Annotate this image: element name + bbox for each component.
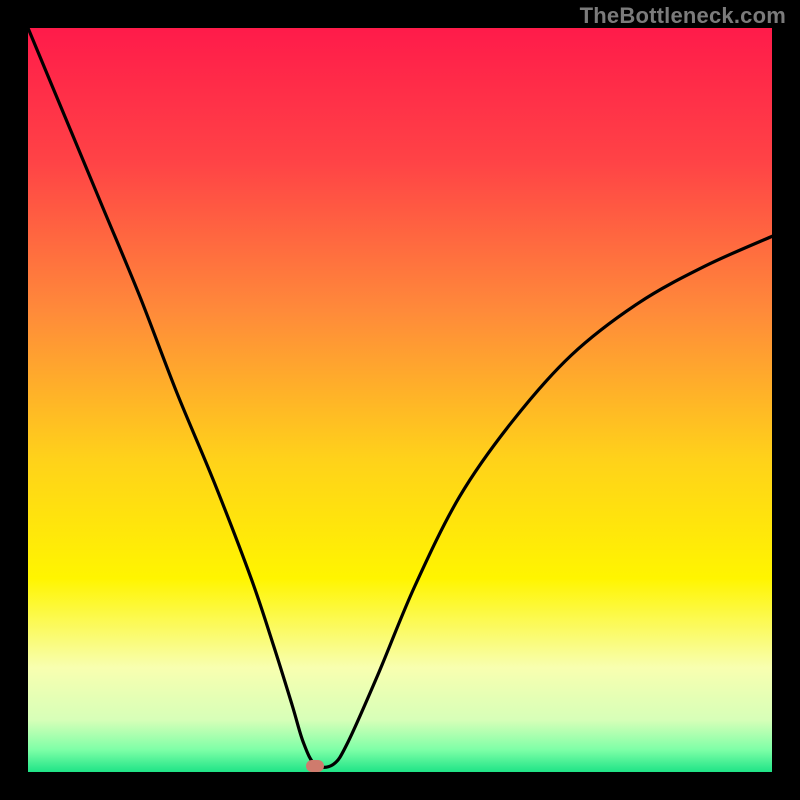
plot-area [28,28,772,772]
curve-path [28,28,772,767]
bottleneck-curve [28,28,772,772]
optimal-marker-icon [306,760,324,772]
attribution-label: TheBottleneck.com [580,3,786,29]
chart-frame: TheBottleneck.com [0,0,800,800]
